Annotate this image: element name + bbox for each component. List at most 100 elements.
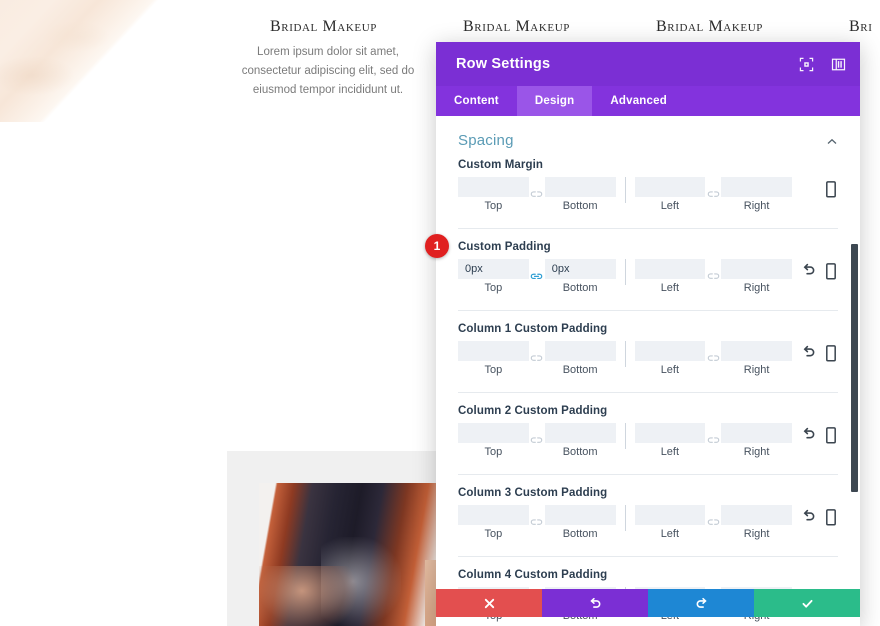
link-toggle-icon[interactable]	[705, 349, 721, 369]
reset-icon[interactable]	[802, 344, 816, 359]
left-right-pair: Left Right	[634, 177, 792, 212]
padding-right-input[interactable]	[721, 423, 792, 443]
padding-right-cell: Right	[721, 423, 792, 458]
field-row: Top Bottom Left Right	[458, 259, 838, 300]
fullscreen-icon[interactable]	[799, 57, 814, 72]
save-button[interactable]	[754, 589, 860, 617]
padding-top-cell: Top	[458, 505, 529, 540]
padding-right-input[interactable]	[721, 259, 792, 279]
padding-top-input[interactable]	[458, 177, 529, 197]
link-toggle-icon[interactable]	[705, 513, 721, 533]
padding-bottom-cell: Bottom	[544, 423, 616, 458]
modal-header-icons	[799, 57, 846, 72]
padding-right-input[interactable]	[721, 505, 792, 525]
tab-design[interactable]: Design	[516, 86, 593, 116]
modal-action-bar	[436, 589, 860, 617]
top-bottom-pair: Top Bottom	[458, 177, 616, 212]
row-tools	[802, 259, 838, 280]
spacing-groups: Custom Margin Top Bottom Left Right Custom Pa…	[436, 159, 860, 626]
padding-top-label: Top	[484, 282, 503, 294]
responsive-device-icon[interactable]	[824, 344, 838, 362]
padding-left-label: Left	[660, 446, 680, 458]
left-right-pair: Left Right	[634, 423, 792, 458]
row-tools	[802, 341, 838, 362]
responsive-device-icon[interactable]	[824, 426, 838, 444]
link-toggle-icon[interactable]	[529, 513, 545, 533]
padding-top-input[interactable]	[458, 259, 529, 279]
layout-panel-icon[interactable]	[831, 57, 846, 72]
row-tools	[802, 423, 838, 444]
padding-bottom-input[interactable]	[544, 341, 616, 361]
link-toggle-icon[interactable]	[529, 185, 545, 205]
reset-icon[interactable]	[802, 426, 816, 441]
modal-scrollbar[interactable]	[851, 244, 858, 626]
padding-top-input[interactable]	[458, 505, 529, 525]
bg-heading-2: Bridal Makeup	[463, 18, 570, 35]
padding-left-input[interactable]	[634, 177, 706, 197]
padding-top-input[interactable]	[458, 341, 529, 361]
padding-top-input[interactable]	[458, 423, 529, 443]
top-bottom-pair: Top Bottom	[458, 341, 616, 376]
field-row: Top Bottom Left Right	[458, 423, 838, 464]
field-divider	[624, 423, 626, 449]
padding-top-cell: Top	[458, 341, 529, 376]
chevron-up-icon[interactable]	[826, 135, 838, 147]
top-bottom-pair: Top Bottom	[458, 505, 616, 540]
spacing-group: Custom Padding Top Bottom Left Right	[436, 241, 860, 300]
spacing-section-header[interactable]: Spacing	[436, 116, 860, 159]
padding-bottom-label: Bottom	[562, 446, 598, 458]
modal-header: Row Settings	[436, 42, 860, 86]
padding-left-input[interactable]	[634, 259, 706, 279]
padding-right-label: Right	[743, 282, 770, 294]
reset-placeholder	[802, 180, 816, 195]
padding-right-cell: Right	[721, 259, 792, 294]
modal-body: Spacing Custom Margin Top Bottom Left Right C…	[436, 116, 860, 626]
link-toggle-icon[interactable]	[529, 267, 545, 287]
field-divider	[624, 177, 626, 203]
padding-bottom-cell: Bottom	[544, 341, 616, 376]
padding-bottom-cell: Bottom	[544, 259, 616, 294]
group-label: Column 4 Custom Padding	[458, 569, 608, 581]
bg-heading-1: Bridal Makeup	[270, 18, 377, 35]
link-toggle-icon[interactable]	[705, 267, 721, 287]
padding-top-label: Top	[484, 528, 503, 540]
tab-content[interactable]: Content	[436, 86, 517, 116]
padding-left-label: Left	[660, 282, 680, 294]
responsive-device-icon[interactable]	[824, 180, 838, 198]
padding-bottom-label: Bottom	[562, 200, 598, 212]
padding-right-cell: Right	[721, 341, 792, 376]
top-bottom-pair: Top Bottom	[458, 259, 616, 294]
group-separator	[458, 556, 838, 557]
reset-icon[interactable]	[802, 262, 816, 277]
group-separator	[458, 474, 838, 475]
modal-title: Row Settings	[456, 56, 551, 72]
responsive-device-icon[interactable]	[824, 508, 838, 526]
responsive-device-icon[interactable]	[824, 262, 838, 280]
cancel-button[interactable]	[436, 589, 542, 617]
padding-top-label: Top	[484, 200, 503, 212]
reset-icon[interactable]	[802, 508, 816, 523]
padding-right-input[interactable]	[721, 341, 792, 361]
padding-right-input[interactable]	[721, 177, 792, 197]
scrollbar-thumb[interactable]	[851, 244, 858, 492]
annotation-badge-1: 1	[425, 234, 449, 258]
link-toggle-icon[interactable]	[529, 431, 545, 451]
link-toggle-icon[interactable]	[705, 431, 721, 451]
padding-bottom-input[interactable]	[544, 505, 616, 525]
spacing-group: Column 2 Custom Padding Top Bottom Left Righ…	[436, 405, 860, 464]
field-divider	[624, 259, 626, 285]
undo-button[interactable]	[542, 589, 648, 617]
padding-top-cell: Top	[458, 259, 529, 294]
redo-button[interactable]	[648, 589, 754, 617]
padding-left-input[interactable]	[634, 505, 706, 525]
link-toggle-icon[interactable]	[705, 185, 721, 205]
padding-bottom-input[interactable]	[544, 177, 616, 197]
padding-left-input[interactable]	[634, 341, 706, 361]
link-toggle-icon[interactable]	[529, 349, 545, 369]
tab-advanced[interactable]: Advanced	[592, 86, 685, 116]
field-divider	[624, 505, 626, 531]
padding-left-input[interactable]	[634, 423, 706, 443]
padding-bottom-input[interactable]	[544, 423, 616, 443]
padding-bottom-input[interactable]	[544, 259, 616, 279]
bg-heading-4: Bri	[849, 18, 873, 35]
